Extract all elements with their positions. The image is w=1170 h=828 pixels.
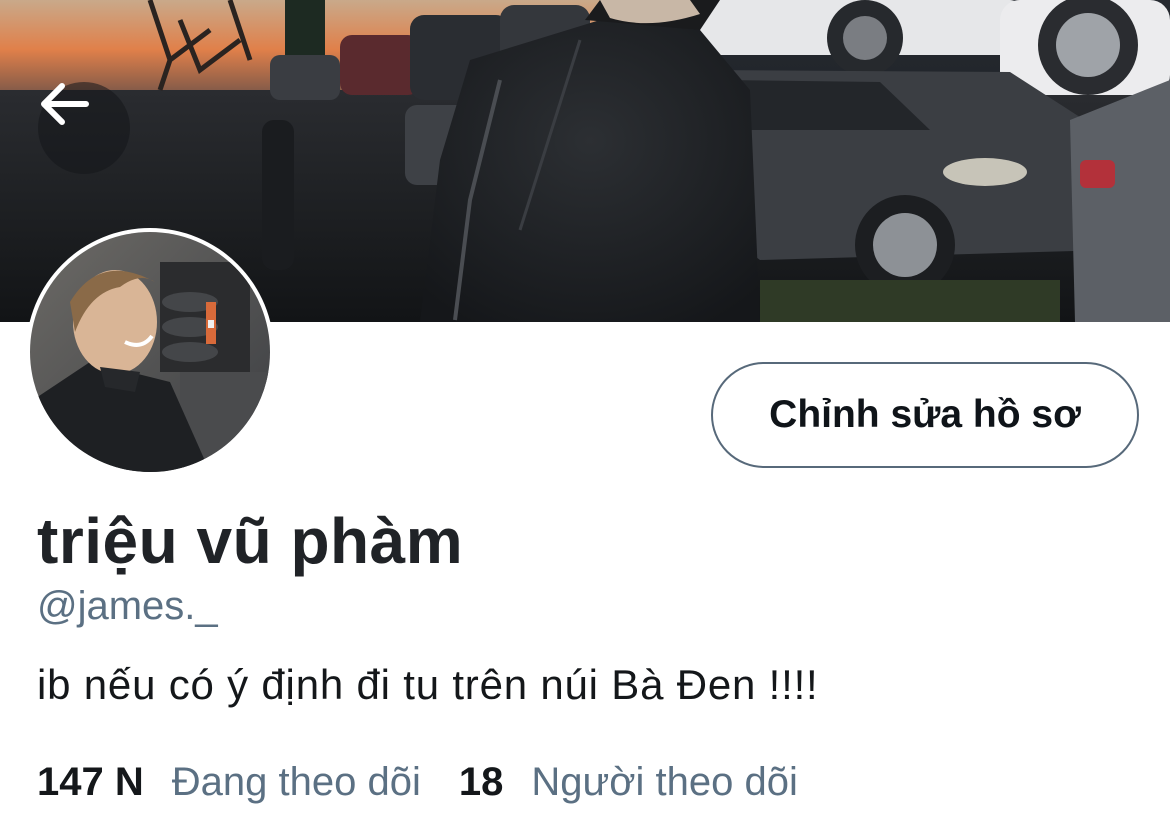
edit-profile-button[interactable]: Chỉnh sửa hồ sơ (711, 362, 1139, 468)
edit-profile-button-label: Chỉnh sửa hồ sơ (769, 393, 1081, 436)
followers-link[interactable]: 18 Người theo dõi (459, 760, 798, 805)
username-handle: @james._ (37, 584, 218, 628)
avatar[interactable] (26, 228, 274, 476)
following-count: 147 N (37, 760, 144, 804)
following-label: Đang theo dõi (171, 760, 421, 804)
back-button[interactable] (38, 82, 130, 174)
profile-page: Chỉnh sửa hồ sơ triệu vũ phàm @james._ i… (0, 0, 1170, 828)
followers-label: Người theo dõi (531, 760, 798, 804)
followers-count: 18 (458, 760, 504, 804)
profile-bio: ib nếu có ý định đi tu trên núi Bà Đen !… (37, 661, 819, 708)
profile-stats: 147 N Đang theo dõi 18 Người theo dõi (37, 760, 798, 805)
avatar-photo (30, 232, 270, 472)
display-name: triệu vũ phàm (37, 505, 464, 577)
following-link[interactable]: 147 N Đang theo dõi (37, 760, 421, 805)
